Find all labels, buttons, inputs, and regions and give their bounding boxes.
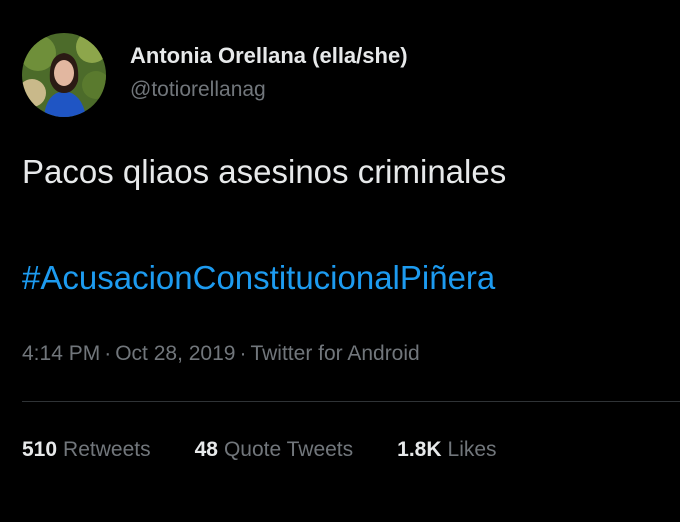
hashtag-link[interactable]: #AcusacionConstitucionalPiñera (22, 256, 495, 300)
retweets-count: 510 (22, 438, 58, 461)
author-handle[interactable]: @totiorellanag (130, 75, 408, 105)
tweet-meta: 4:14 PM · Oct 28, 2019 · Twitter for Android (22, 338, 420, 370)
quote-tweets-count: 48 (194, 438, 218, 461)
tweet-header: Antonia Orellana (ella/she) @totiorellan… (22, 33, 408, 117)
tweet-text: Pacos qliaos asesinos criminales (22, 153, 507, 190)
meta-separator: · (104, 342, 112, 365)
quote-tweets-label: Quote Tweets (223, 438, 354, 461)
avatar[interactable] (22, 33, 106, 117)
tweet-source[interactable]: Twitter for Android (250, 342, 419, 365)
tweet-stats: 510 Retweets 48 Quote Tweets 1.8K Likes (22, 434, 497, 466)
profile-photo-icon (22, 33, 106, 117)
tweet-date[interactable]: Oct 28, 2019 (115, 342, 235, 365)
tweet-time[interactable]: 4:14 PM (22, 342, 100, 365)
author-names: Antonia Orellana (ella/she) @totiorellan… (130, 41, 408, 105)
likes-stat[interactable]: 1.8K Likes (397, 434, 496, 466)
author-display-name[interactable]: Antonia Orellana (ella/she) (130, 41, 408, 71)
meta-separator: · (239, 342, 247, 365)
likes-count: 1.8K (397, 438, 442, 461)
divider (22, 401, 680, 402)
likes-label: Likes (447, 438, 497, 461)
retweets-stat[interactable]: 510 Retweets (22, 434, 151, 466)
retweets-label: Retweets (63, 438, 151, 461)
tweet-card: Antonia Orellana (ella/she) @totiorellan… (0, 0, 680, 522)
quote-tweets-stat[interactable]: 48 Quote Tweets (195, 434, 354, 466)
